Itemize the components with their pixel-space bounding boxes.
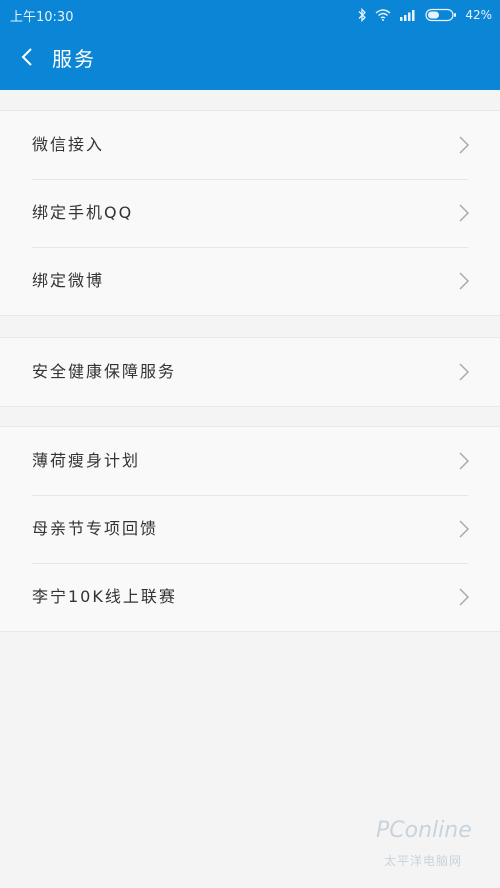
title-bar: 服务	[0, 30, 500, 90]
page-title: 服务	[52, 47, 96, 71]
battery-percent: 42%	[465, 8, 492, 22]
list-item-health-protection[interactable]: 安全健康保障服务	[0, 338, 500, 406]
back-button[interactable]	[12, 44, 42, 74]
service-group-accounts: 微信接入 绑定手机QQ 绑定微博	[0, 110, 500, 316]
chevron-right-icon	[458, 203, 470, 223]
list-item-mint-slimming[interactable]: 薄荷瘦身计划	[0, 427, 500, 495]
list-item-label: 薄荷瘦身计划	[32, 451, 141, 470]
service-group-programs: 薄荷瘦身计划 母亲节专项回馈 李宁10K线上联赛	[0, 426, 500, 632]
battery-icon	[425, 8, 457, 22]
chevron-right-icon	[458, 362, 470, 382]
list-item-lining-10k[interactable]: 李宁10K线上联赛	[0, 563, 500, 631]
watermark: PConline 太平洋电脑网	[368, 810, 488, 880]
chevron-right-icon	[458, 451, 470, 471]
app-header: 上午10:30 42% 服务	[0, 0, 500, 90]
watermark-logo: PConline	[376, 818, 472, 843]
status-time: 上午10:30	[10, 10, 74, 25]
chevron-left-icon	[20, 47, 34, 71]
chevron-right-icon	[458, 135, 470, 155]
status-bar: 上午10:30 42%	[0, 0, 500, 30]
watermark-subtitle: 太平洋电脑网	[384, 854, 463, 868]
list-item-label: 李宁10K线上联赛	[32, 587, 177, 606]
list-item-label: 安全健康保障服务	[32, 362, 177, 381]
list-item-weibo[interactable]: 绑定微博	[0, 247, 500, 315]
service-group-health: 安全健康保障服务	[0, 337, 500, 407]
signal-icon	[399, 9, 417, 21]
list-item-mothers-day[interactable]: 母亲节专项回馈	[0, 495, 500, 563]
list-item-qq[interactable]: 绑定手机QQ	[0, 179, 500, 247]
chevron-right-icon	[458, 519, 470, 539]
bluetooth-icon	[357, 8, 367, 22]
chevron-right-icon	[458, 271, 470, 291]
list-item-label: 绑定手机QQ	[32, 203, 134, 222]
list-item-label: 绑定微博	[32, 271, 105, 290]
list-item-wechat[interactable]: 微信接入	[0, 111, 500, 179]
list-item-label: 微信接入	[32, 135, 105, 154]
list-item-label: 母亲节专项回馈	[32, 519, 159, 538]
wifi-icon	[375, 9, 391, 21]
chevron-right-icon	[458, 587, 470, 607]
status-icons: 42%	[357, 5, 492, 25]
